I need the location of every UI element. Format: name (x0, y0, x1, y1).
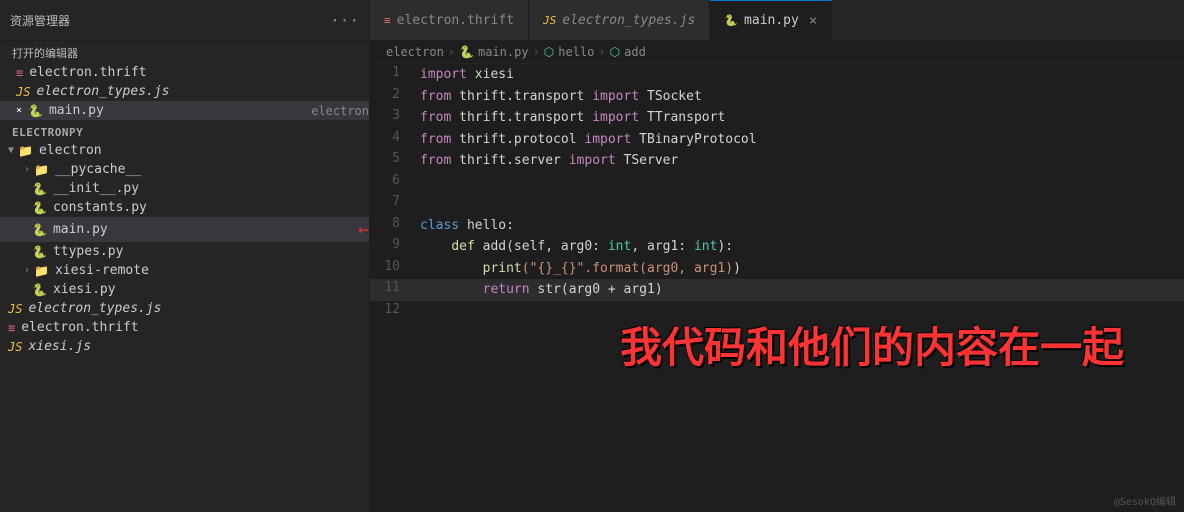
py-file-icon: 🐍 (724, 14, 738, 27)
tree-xiesi-remote-label: xiesi-remote (55, 263, 369, 278)
tree-ttypes-py[interactable]: 🐍 ttypes.py (0, 242, 369, 261)
breadcrumb-sep2: › (533, 45, 540, 59)
code-line-9: 9 def add(self, arg0: int, arg1: int): (370, 236, 1184, 258)
breadcrumb: electron › 🐍 main.py › ⬡ hello › ⬡ add (370, 41, 1184, 64)
js-icon-xiesi: JS (8, 340, 22, 354)
tree-main-py[interactable]: 🐍 main.py ← (0, 217, 369, 242)
sidebar-header: 资源管理器 ··· (0, 0, 370, 40)
tree-xiesi-js[interactable]: JS xiesi.js (0, 337, 369, 356)
tree-xiesi-py[interactable]: 🐍 xiesi.py (0, 280, 369, 299)
open-editor-py[interactable]: × 🐍 main.py electron (0, 101, 369, 120)
watermark: @SesokQ编辑 (1114, 493, 1176, 508)
close-icon-small: × (16, 105, 22, 116)
py-icon: 🐍 (28, 104, 43, 118)
tab-bar: 资源管理器 ··· ≡ electron.thrift JS electron_… (0, 0, 1184, 41)
tree-electron-types-label: electron_types.js (28, 301, 369, 316)
thrift-icon-tree: ≡ (8, 321, 15, 335)
breadcrumb-mainpy: main.py (478, 45, 529, 59)
code-line-10: 10 print("{}_{}".format(arg0, arg1)) (370, 258, 1184, 280)
main-area: 打开的编辑器 ≡ electron.thrift JS electron_typ… (0, 41, 1184, 512)
py-icon-init: 🐍 (32, 182, 47, 196)
tree-electron-thrift-label: electron.thrift (21, 320, 369, 335)
tree-electron-thrift[interactable]: ≡ electron.thrift (0, 318, 369, 337)
tab-py[interactable]: 🐍 main.py × (710, 0, 832, 40)
explorer-title: 资源管理器 (10, 12, 70, 29)
thrift-file-icon: ≡ (384, 14, 391, 27)
tab-thrift-label: electron.thrift (397, 13, 514, 28)
thrift-icon: ≡ (16, 66, 23, 80)
breadcrumb-hello-icon: ⬡ (544, 45, 554, 59)
breadcrumb-sep3: › (598, 45, 605, 59)
annotation-overlay: 我代码和他们的内容在一起 (620, 314, 1124, 375)
open-editor-js-label: electron_types.js (36, 84, 369, 99)
tab-js[interactable]: JS electron_types.js (529, 0, 710, 40)
red-arrow-icon: ← (358, 219, 369, 240)
tree-xiesi-js-label: xiesi.js (28, 339, 369, 354)
breadcrumb-add: add (624, 45, 646, 59)
code-line-3: 3 from thrift.transport import TTranspor… (370, 107, 1184, 129)
code-line-1: 1 import xiesi (370, 64, 1184, 86)
explorer-menu-icon[interactable]: ··· (330, 11, 359, 30)
tree-electron-folder[interactable]: ▼ 📁 electron (0, 141, 369, 160)
tree-init-label: __init__.py (53, 181, 369, 196)
tree-init-py[interactable]: 🐍 __init__.py (0, 179, 369, 198)
breadcrumb-electron: electron (386, 45, 444, 59)
open-editor-py-context: electron (311, 104, 369, 118)
chevron-down-icon: ▼ (8, 145, 14, 156)
py-icon-ttypes: 🐍 (32, 245, 47, 259)
code-line-11: 11 return str(arg0 + arg1) (370, 279, 1184, 301)
open-editor-thrift-label: electron.thrift (29, 65, 369, 80)
folder-icon-remote: 📁 (34, 264, 49, 278)
tree-xiesi-remote[interactable]: › 📁 xiesi-remote (0, 261, 369, 280)
tree-main-label: main.py (53, 222, 350, 237)
code-line-2: 2 from thrift.transport import TSocket (370, 86, 1184, 108)
tree-pycache-label: __pycache__ (55, 162, 369, 177)
chevron-right-icon: › (24, 164, 30, 175)
open-editor-js[interactable]: JS electron_types.js (0, 82, 369, 101)
tree-electron-types-js[interactable]: JS electron_types.js (0, 299, 369, 318)
editor-panel: electron › 🐍 main.py › ⬡ hello › ⬡ add 1… (370, 41, 1184, 512)
js-icon: JS (16, 85, 30, 99)
breadcrumb-sep1: › (448, 45, 455, 59)
code-line-6: 6 (370, 172, 1184, 194)
breadcrumb-add-icon: ⬡ (610, 45, 620, 59)
code-line-5: 5 from thrift.server import TServer (370, 150, 1184, 172)
tab-thrift[interactable]: ≡ electron.thrift (370, 0, 529, 40)
sidebar: 打开的编辑器 ≡ electron.thrift JS electron_typ… (0, 41, 370, 512)
folder-icon: 📁 (18, 144, 33, 158)
tabs-container: ≡ electron.thrift JS electron_types.js 🐍… (370, 0, 1184, 40)
py-icon-main: 🐍 (32, 223, 47, 237)
code-line-12: 12 (370, 301, 1184, 323)
tree-xiesi-label: xiesi.py (53, 282, 369, 297)
code-line-4: 4 from thrift.protocol import TBinaryPro… (370, 129, 1184, 151)
tree-ttypes-label: ttypes.py (53, 244, 369, 259)
code-area[interactable]: 1 import xiesi 2 from thrift.transport i… (370, 64, 1184, 512)
code-line-7: 7 (370, 193, 1184, 215)
py-icon-constants: 🐍 (32, 201, 47, 215)
code-table: 1 import xiesi 2 from thrift.transport i… (370, 64, 1184, 322)
tree-constants-py[interactable]: 🐍 constants.py (0, 198, 369, 217)
tab-close-button[interactable]: × (809, 13, 817, 29)
py-icon-xiesi: 🐍 (32, 283, 47, 297)
breadcrumb-py-icon: 🐍 (459, 45, 474, 59)
code-line-8: 8 class hello: (370, 215, 1184, 237)
tab-js-label: electron_types.js (562, 13, 695, 28)
breadcrumb-hello: hello (558, 45, 594, 59)
folder-icon-pycache: 📁 (34, 163, 49, 177)
js-file-icon: JS (543, 14, 556, 27)
tree-electron-label: electron (39, 143, 369, 158)
open-editors-label: 打开的编辑器 (0, 41, 369, 63)
js-icon-types: JS (8, 302, 22, 316)
open-editor-py-label: main.py (49, 103, 303, 118)
tab-py-label: main.py (744, 13, 799, 28)
open-editor-thrift[interactable]: ≡ electron.thrift (0, 63, 369, 82)
tree-constants-label: constants.py (53, 200, 369, 215)
chevron-right-icon-remote: › (24, 265, 30, 276)
project-label: ELECTRONPY (0, 120, 369, 141)
tree-pycache[interactable]: › 📁 __pycache__ (0, 160, 369, 179)
